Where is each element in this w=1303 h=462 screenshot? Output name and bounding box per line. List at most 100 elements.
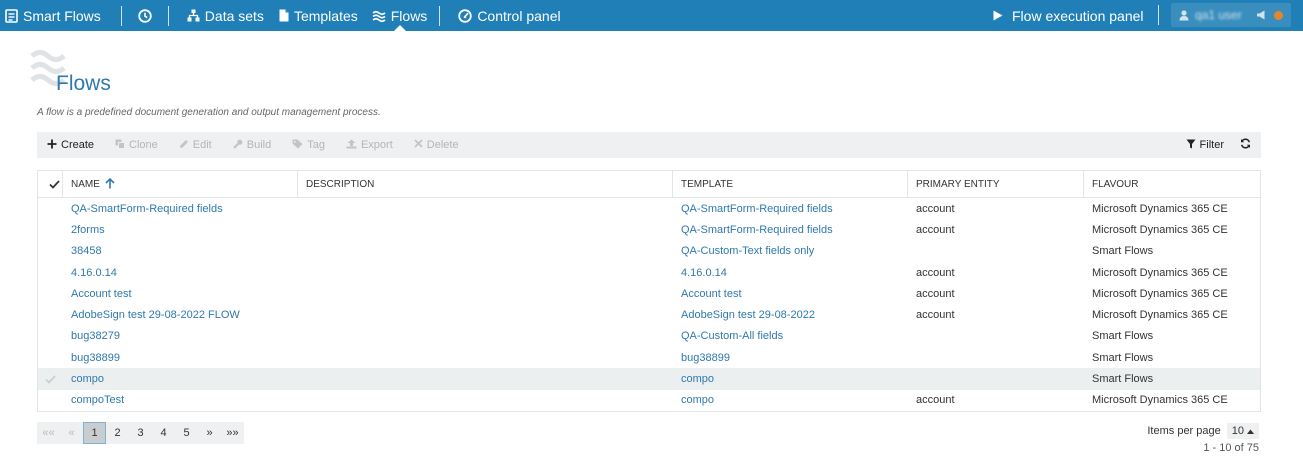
template-link[interactable]: compo (673, 373, 908, 385)
template-link[interactable]: 4.16.0.14 (673, 267, 908, 279)
column-header-label: TEMPLATE (681, 179, 734, 190)
notification-badge (1274, 10, 1283, 20)
plus-icon (47, 139, 57, 152)
template-link[interactable]: QA-SmartForm-Required fields (673, 224, 908, 236)
table-row[interactable]: compoTest compo account Microsoft Dynamics … (38, 390, 1260, 411)
flavour: Microsoft Dynamics 365 CE (1092, 266, 1228, 279)
page-description: A flow is a predefined document generati… (37, 107, 381, 118)
column-header-primary-entity[interactable]: PRIMARY ENTITY (908, 171, 1084, 198)
column-header-description[interactable]: DESCRIPTION (298, 171, 673, 198)
page-button-4[interactable]: 4 (152, 422, 175, 444)
top-navigation-bar: Smart Flows Data sets Templates Flows Co… (0, 0, 1303, 31)
nav-item-data-sets[interactable]: Data sets (187, 0, 264, 31)
flow-name-link[interactable]: QA-SmartForm-Required fields (63, 203, 298, 215)
table-row[interactable]: compo compo Smart Flows (38, 368, 1260, 390)
template-link[interactable]: AdobeSign test 29-08-2022 (673, 309, 908, 321)
filter-button[interactable]: Filter (1186, 139, 1224, 152)
create-button[interactable]: Create (47, 139, 94, 152)
previous-page-button[interactable]: « (60, 422, 83, 444)
tag-icon (292, 139, 303, 152)
template-link[interactable]: QA-Custom-Text fields only (673, 245, 908, 257)
nav-item-flows[interactable]: Flows (372, 0, 428, 31)
export-button[interactable]: Export (346, 139, 393, 152)
tag-button[interactable]: Tag (292, 139, 325, 152)
last-page-button[interactable]: »» (221, 422, 244, 444)
check-icon (45, 374, 56, 384)
page-button-3[interactable]: 3 (129, 422, 152, 444)
table-row[interactable]: bug38899 bug38899 Smart Flows (38, 347, 1260, 368)
flow-name-link[interactable]: bug38279 (63, 330, 298, 342)
nav-item-templates[interactable]: Templates (279, 0, 358, 31)
table-row[interactable]: QA-SmartForm-Required fields QA-SmartForm… (38, 198, 1260, 219)
brand-link[interactable]: Smart Flows (5, 0, 101, 31)
file-icon (279, 9, 289, 22)
clone-label: Clone (129, 139, 158, 151)
primary-entity: account (916, 202, 955, 215)
refresh-icon (1240, 138, 1251, 152)
build-label: Build (246, 139, 272, 151)
page-button-2[interactable]: 2 (106, 422, 129, 444)
history-button[interactable] (138, 0, 152, 31)
table-row[interactable]: bug38279 QA-Custom-All fields Smart Flows (38, 326, 1260, 347)
sort-ascending-icon (105, 177, 115, 192)
flow-name-link[interactable]: 4.16.0.14 (63, 267, 298, 279)
refresh-button[interactable] (1240, 138, 1251, 152)
nav-item-label: Data sets (204, 7, 264, 24)
template-link[interactable]: bug38899 (673, 352, 908, 364)
copy-icon (115, 139, 126, 152)
play-icon (993, 10, 1003, 21)
flow-name-link[interactable]: compoTest (63, 394, 298, 406)
flow-execution-panel-link[interactable]: Flow execution panel (993, 0, 1144, 31)
table-row[interactable]: Account test Account test account Microsoft… (38, 283, 1260, 304)
nav-item-label: Control panel (477, 7, 561, 24)
table-row[interactable]: 4.16.0.14 4.16.0.14 account Microsoft Dynam… (38, 262, 1260, 283)
next-page-button[interactable]: » (198, 422, 221, 444)
template-link[interactable]: compo (673, 394, 908, 406)
first-page-button[interactable]: «« (37, 422, 60, 444)
wrench-icon (232, 139, 243, 152)
clock-icon (138, 8, 152, 23)
nav-separator (439, 5, 441, 26)
table-row[interactable]: AdobeSign test 29-08-2022 FLOW AdobeSign … (38, 304, 1260, 325)
edit-label: Edit (192, 139, 212, 151)
close-icon (414, 139, 423, 151)
items-per-page-label: Items per page (1147, 425, 1221, 437)
flow-name-link[interactable]: 2forms (63, 224, 298, 236)
delete-button[interactable]: Delete (414, 139, 459, 151)
build-button[interactable]: Build (232, 139, 272, 152)
megaphone-icon[interactable] (1256, 10, 1268, 20)
flow-name-link[interactable]: 38458 (63, 245, 298, 257)
pencil-icon (179, 139, 189, 152)
user-menu[interactable]: qa1 user (1171, 3, 1291, 27)
table-header: NAME DESCRIPTION TEMPLATE PRIMARY ENTITY… (38, 171, 1260, 198)
table-row[interactable]: 2forms QA-SmartForm-Required fields accoun… (38, 219, 1260, 240)
column-header-template[interactable]: TEMPLATE (673, 171, 908, 198)
template-link[interactable]: QA-Custom-All fields (673, 330, 908, 342)
template-link[interactable]: QA-SmartForm-Required fields (673, 203, 908, 215)
flow-name-link[interactable]: bug38899 (63, 352, 298, 364)
nav-item-label: Templates (293, 7, 358, 24)
page-button-1[interactable]: 1 (83, 422, 106, 444)
column-header-flavour[interactable]: FLAVOUR (1084, 171, 1260, 198)
items-per-page-select[interactable]: 10 (1226, 423, 1259, 439)
smart-flows-logo-icon (5, 8, 18, 23)
column-header-name[interactable]: NAME (63, 171, 298, 198)
flow-name-link[interactable]: compo (63, 373, 298, 385)
page-title: Flows (56, 72, 111, 95)
select-all-checkbox[interactable] (38, 171, 63, 198)
nav-item-control-panel[interactable]: Control panel (458, 0, 561, 31)
nav-separator (120, 5, 122, 26)
flavour: Microsoft Dynamics 365 CE (1092, 202, 1228, 215)
clone-button[interactable]: Clone (115, 139, 158, 152)
table-row[interactable]: 38458 QA-Custom-Text fields only Smart Flo… (38, 241, 1260, 262)
flow-name-link[interactable]: AdobeSign test 29-08-2022 FLOW (63, 309, 298, 321)
template-link[interactable]: Account test (673, 288, 908, 300)
row-select-checkbox[interactable] (38, 374, 63, 384)
user-name: qa1 user (1195, 8, 1242, 22)
nav-item-label: Flows (390, 7, 428, 24)
dashboard-gauge-icon (458, 8, 473, 23)
flow-name-link[interactable]: Account test (63, 288, 298, 300)
items-per-page-value: 10 (1231, 425, 1244, 437)
page-button-5[interactable]: 5 (175, 422, 198, 444)
edit-button[interactable]: Edit (179, 139, 212, 152)
